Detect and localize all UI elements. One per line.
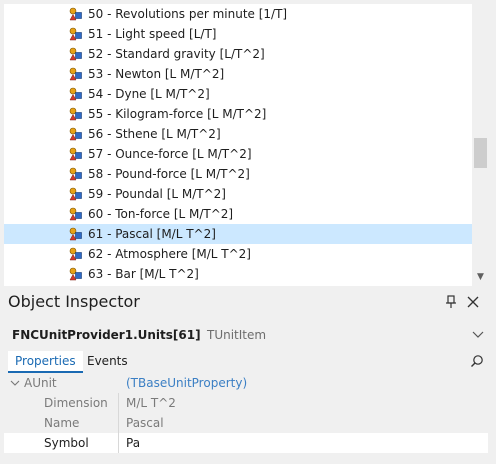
tree-item-label: 58 - Pound-force [L M/T^2] — [88, 167, 250, 181]
pin-icon[interactable] — [444, 294, 458, 310]
unit-component-icon — [69, 47, 83, 61]
tree-item[interactable]: 60 - Ton-force [L M/T^2] — [4, 204, 472, 224]
grid-divider — [118, 393, 119, 413]
unit-component-icon — [69, 227, 83, 241]
close-icon[interactable] — [466, 294, 480, 310]
tree-item-label: 56 - Sthene [L M/T^2] — [88, 127, 221, 141]
scroll-down-arrow-icon[interactable]: ▼ — [472, 270, 489, 284]
tree-item[interactable]: 53 - Newton [L M/T^2] — [4, 64, 472, 84]
inspector-tab-bar: Properties Events — [4, 351, 488, 373]
property-name: Name — [44, 416, 80, 430]
unit-component-icon — [69, 207, 83, 221]
property-row-aunit[interactable]: AUnit (TBaseUnitProperty) — [4, 373, 488, 393]
scrollbar-thumb[interactable] — [474, 138, 487, 168]
tree-item-selected[interactable]: 61 - Pascal [M/L T^2] — [4, 224, 472, 244]
tree-item[interactable]: 62 - Atmosphere [M/L T^2] — [4, 244, 472, 264]
tree-vertical-scrollbar[interactable]: ▼ — [472, 4, 489, 286]
unit-component-icon — [69, 107, 83, 121]
tree-item-label: 53 - Newton [L M/T^2] — [88, 67, 225, 81]
tree-item[interactable]: 63 - Bar [M/L T^2] — [4, 264, 472, 284]
tree-item[interactable]: 56 - Sthene [L M/T^2] — [4, 124, 472, 144]
unit-component-icon — [69, 127, 83, 141]
tree-item-label: 51 - Light speed [L/T] — [88, 27, 217, 41]
tree-item[interactable]: 57 - Ounce-force [L M/T^2] — [4, 144, 472, 164]
object-type: TUnitItem — [207, 328, 267, 342]
units-tree-items: 50 - Revolutions per minute [1/T] 51 - Li… — [4, 4, 472, 284]
tree-item-label: 55 - Kilogram-force [L M/T^2] — [88, 107, 267, 121]
object-name: FNCUnitProvider1.Units[61] — [12, 328, 201, 342]
unit-component-icon — [69, 267, 83, 281]
unit-component-icon — [69, 67, 83, 81]
unit-component-icon — [69, 27, 83, 41]
tree-item[interactable]: 51 - Light speed [L/T] — [4, 24, 472, 44]
inspector-header: Object Inspector — [0, 290, 496, 314]
unit-component-icon — [69, 147, 83, 161]
unit-component-icon — [69, 7, 83, 21]
object-inspector-panel: Object Inspector FNCUnitProvider1.Units[… — [0, 290, 496, 464]
object-selector-dropdown[interactable]: FNCUnitProvider1.Units[61] TUnitItem — [4, 324, 488, 346]
inspector-title: Object Inspector — [8, 292, 140, 311]
property-name: AUnit — [24, 376, 57, 390]
unit-component-icon — [69, 247, 83, 261]
tree-item-label: 50 - Revolutions per minute [1/T] — [88, 7, 288, 21]
property-value: (TBaseUnitProperty) — [126, 376, 248, 390]
tree-item-label: 62 - Atmosphere [M/L T^2] — [88, 247, 251, 261]
tree-item-label: 52 - Standard gravity [L/T^2] — [88, 47, 265, 61]
tree-item[interactable]: 55 - Kilogram-force [L M/T^2] — [4, 104, 472, 124]
unit-component-icon — [69, 167, 83, 181]
tree-item[interactable]: 54 - Dyne [L M/T^2] — [4, 84, 472, 104]
tree-item-label: 61 - Pascal [M/L T^2] — [88, 227, 216, 241]
grid-divider — [118, 433, 119, 453]
property-row-name[interactable]: Name Pascal — [4, 413, 488, 433]
tree-item-label: 57 - Ounce-force [L M/T^2] — [88, 147, 252, 161]
tab-events[interactable]: Events — [80, 351, 135, 371]
tree-item-label: 60 - Ton-force [L M/T^2] — [88, 207, 234, 221]
tree-item-label: 59 - Poundal [L M/T^2] — [88, 187, 226, 201]
chevron-down-icon[interactable] — [10, 378, 20, 388]
tree-item-label: 63 - Bar [M/L T^2] — [88, 267, 199, 281]
unit-component-icon — [69, 187, 83, 201]
property-value: M/L T^2 — [126, 396, 176, 410]
property-name: Dimension — [44, 396, 108, 410]
tree-item[interactable]: 52 - Standard gravity [L/T^2] — [4, 44, 472, 64]
search-icon[interactable] — [470, 354, 484, 368]
tree-item[interactable]: 59 - Poundal [L M/T^2] — [4, 184, 472, 204]
chevron-down-icon[interactable] — [472, 330, 484, 340]
property-row-symbol[interactable]: Symbol Pa — [4, 433, 488, 453]
property-row-dimension[interactable]: Dimension M/L T^2 — [4, 393, 488, 413]
property-value: Pascal — [126, 416, 164, 430]
property-name: Symbol — [44, 436, 89, 450]
units-tree-list[interactable]: 50 - Revolutions per minute [1/T] 51 - Li… — [4, 4, 472, 286]
property-grid: AUnit (TBaseUnitProperty) Dimension M/L … — [4, 373, 488, 453]
unit-component-icon — [69, 87, 83, 101]
tree-item-label: 54 - Dyne [L M/T^2] — [88, 87, 210, 101]
grid-divider — [118, 413, 119, 433]
tree-item[interactable]: 58 - Pound-force [L M/T^2] — [4, 164, 472, 184]
tree-item[interactable]: 50 - Revolutions per minute [1/T] — [4, 4, 472, 24]
property-value-input[interactable]: Pa — [126, 433, 140, 453]
tab-properties[interactable]: Properties — [8, 351, 83, 373]
